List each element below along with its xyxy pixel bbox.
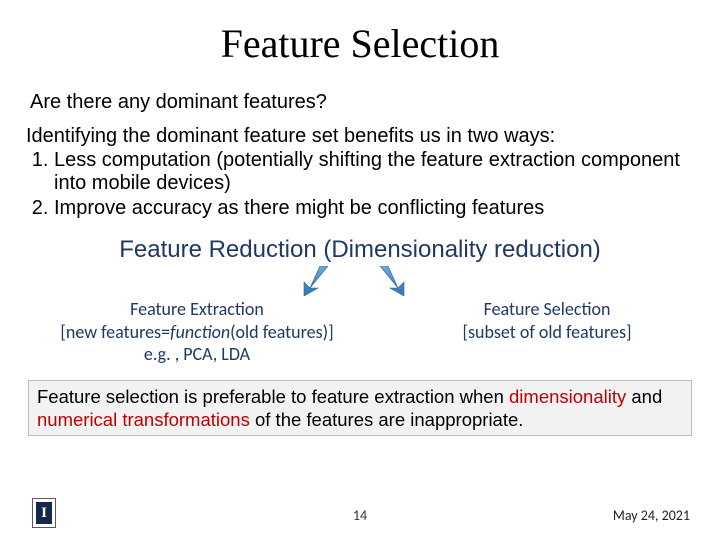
illinois-logo-icon: I	[32, 498, 56, 528]
branch-heading: Feature Extraction	[42, 298, 352, 321]
text-fragment-highlight: numerical transformations	[37, 409, 250, 430]
callout-box: Feature selection is preferable to featu…	[28, 380, 692, 436]
text-fragment: [new features=	[60, 321, 170, 343]
intro-text: Identifying the dominant feature set ben…	[0, 120, 720, 149]
text-fragment-highlight: dimensionality	[509, 386, 626, 407]
slide: Feature Selection Are there any dominant…	[0, 0, 720, 540]
branch-line: [subset of old features]	[422, 321, 672, 344]
branch-heading: Feature Selection	[422, 298, 672, 321]
arrow-left-icon	[296, 266, 336, 296]
list-item: Less computation (potentially shifting t…	[54, 149, 720, 195]
page-number: 14	[353, 507, 367, 524]
branch-line: [new features=function(old features)]	[42, 321, 352, 344]
text-fragment: (old features)]	[230, 321, 334, 343]
branch-extraction: Feature Extraction [new features=functio…	[42, 298, 352, 366]
text-fragment: of the features are inappropriate.	[250, 409, 524, 430]
list-item: Improve accuracy as there might be confl…	[54, 197, 720, 220]
text-fragment: and	[626, 386, 662, 407]
footer: I 14 May 24, 2021	[0, 500, 720, 530]
benefits-list: Less computation (potentially shifting t…	[0, 149, 720, 220]
branches-row: Feature Extraction [new features=functio…	[0, 298, 720, 366]
arrow-right-icon	[372, 266, 412, 296]
text-fragment: Feature selection is preferable to featu…	[37, 386, 509, 407]
slide-date: May 24, 2021	[613, 507, 690, 524]
lead-question: Are there any dominant features?	[0, 75, 720, 120]
branch-selection: Feature Selection [subset of old feature…	[422, 298, 672, 366]
reduction-heading: Feature Reduction (Dimensionality reduct…	[0, 236, 720, 264]
slide-title: Feature Selection	[0, 0, 720, 75]
text-fragment-italic: function	[170, 321, 230, 343]
arrow-row	[0, 264, 720, 298]
branch-line: e.g. , PCA, LDA	[42, 343, 352, 366]
logo-letter: I	[36, 502, 52, 524]
